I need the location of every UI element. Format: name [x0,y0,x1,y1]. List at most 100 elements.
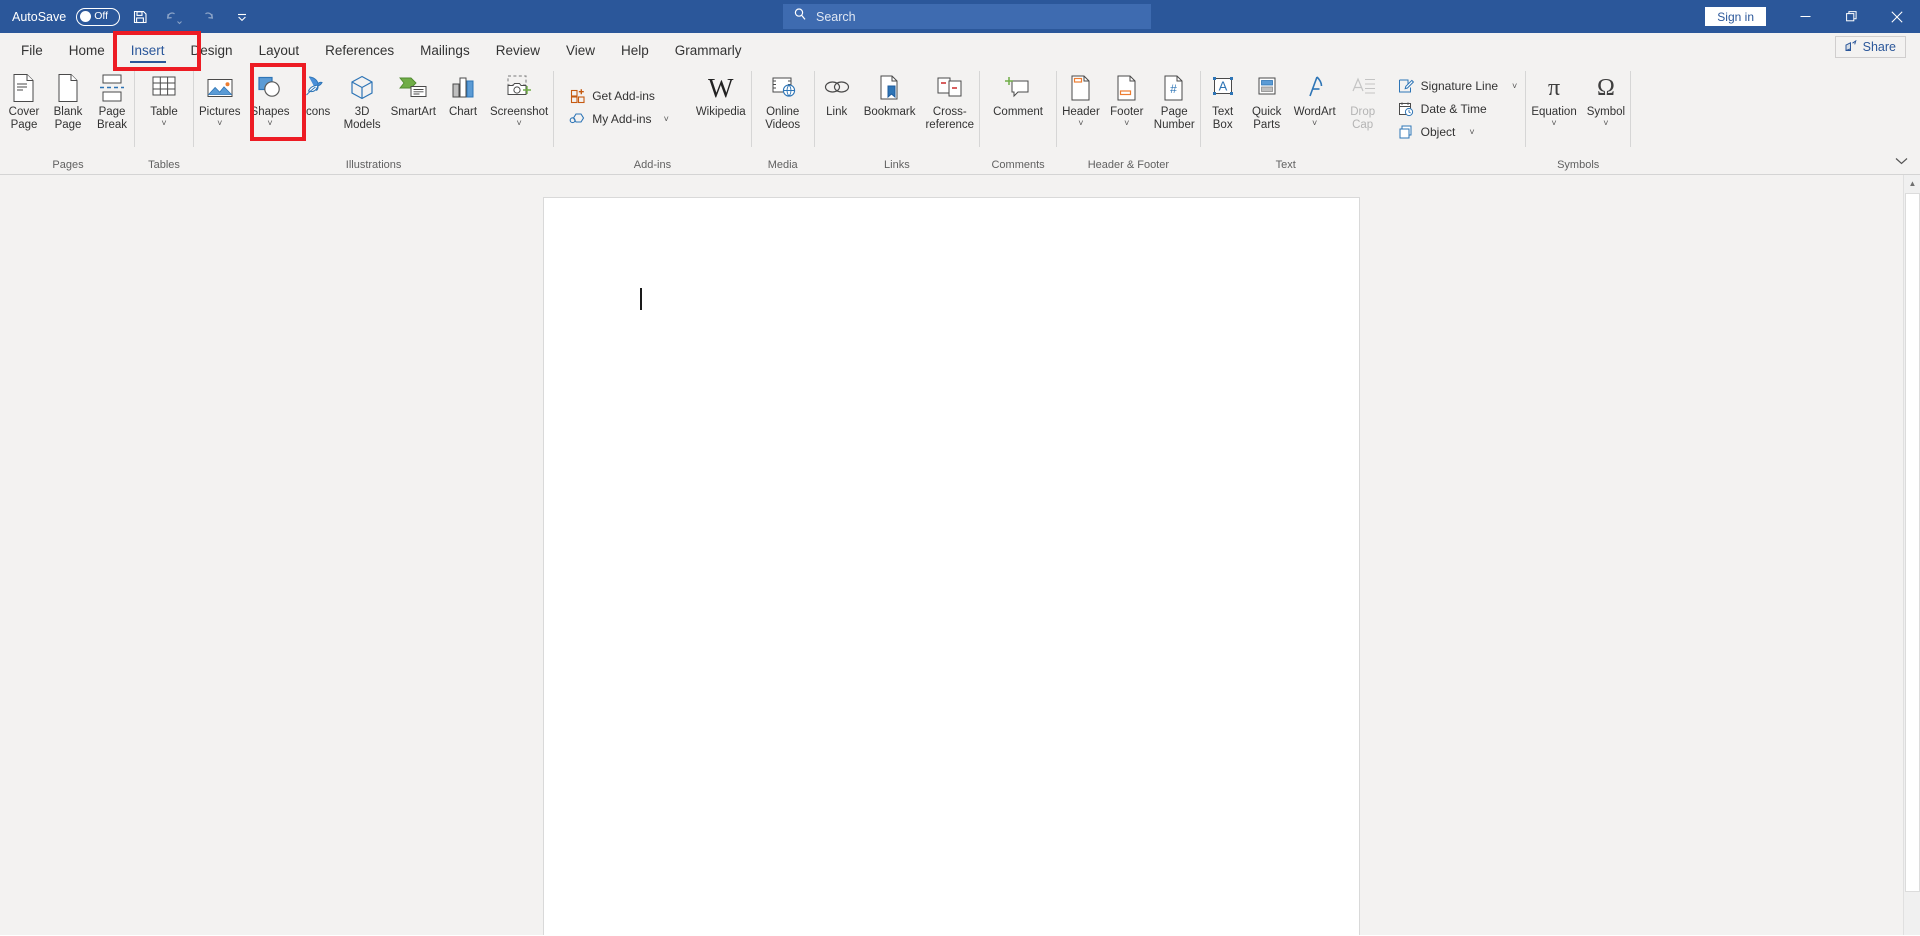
page-number-button[interactable]: # Page Number [1149,69,1200,131]
symbol-button[interactable]: Ω Symbol ˅ [1582,69,1630,128]
drop-cap-button[interactable]: Drop Cap [1341,69,1385,131]
signature-line-button[interactable]: Signature Line ˅ [1393,75,1526,97]
quick-parts-button[interactable]: Quick Parts [1245,69,1289,131]
bookmark-button[interactable]: Bookmark [859,69,921,119]
group-label-text: Text [1275,159,1296,171]
group-label-tables: Tables [148,159,180,171]
my-add-ins-button[interactable]: My Add-ins ˅ [564,108,677,130]
cross-reference-label: Cross- reference [925,106,975,131]
vertical-scroll-thumb[interactable] [1905,193,1920,893]
blank-page-button[interactable]: Blank Page [46,69,90,131]
search-box[interactable] [783,4,1151,29]
3d-models-label: 3D Models [343,106,381,131]
footer-button[interactable]: Footer ˅ [1105,69,1149,128]
autosave-label: AutoSave [12,9,67,24]
sign-in-button[interactable]: Sign in [1705,7,1766,26]
chevron-down-icon[interactable]: ˅ [1312,118,1317,128]
date-and-time-button[interactable]: Date & Time [1393,98,1526,120]
ribbon-group-text: A Text Box Quick Parts WordArt ˅ Drop Ca… [1201,65,1526,175]
link-button[interactable]: Link [815,69,859,119]
get-add-ins-button[interactable]: Get Add-ins [564,85,677,107]
chevron-down-icon[interactable]: ˅ [516,118,521,128]
header-icon [1068,72,1094,104]
wordart-label: WordArt [1293,106,1336,118]
minimize-button[interactable] [1782,0,1828,33]
tab-home[interactable]: Home [56,35,118,65]
group-label-add-ins: Add-ins [633,159,672,171]
table-button[interactable]: Table ˅ [135,69,193,128]
chart-button[interactable]: Chart [441,69,485,119]
tab-layout[interactable]: Layout [246,35,313,65]
wikipedia-button[interactable]: W Wikipedia [691,69,751,119]
document-canvas[interactable]: ▲ [0,175,1920,935]
smartart-icon [397,72,429,104]
bookmark-icon [876,72,904,104]
wikipedia-icon: W [708,73,734,103]
close-button[interactable] [1874,0,1920,33]
chevron-down-icon[interactable]: ˅ [1603,118,1608,128]
share-button[interactable]: Share [1834,36,1906,58]
comment-button[interactable]: Comment [980,69,1056,119]
document-page[interactable] [543,197,1360,935]
equation-label: Equation [1531,106,1577,118]
header-button[interactable]: Header ˅ [1057,69,1105,128]
restore-button[interactable] [1828,0,1874,33]
customize-quick-access-toolbar-icon[interactable] [228,4,256,30]
chevron-down-icon[interactable]: ˅ [1469,127,1474,137]
tab-grammarly[interactable]: Grammarly [662,35,755,65]
online-videos-button[interactable]: Online Videos [752,69,814,131]
blank-page-icon [55,72,81,104]
undo-icon[interactable] [160,4,188,30]
object-button[interactable]: Object ˅ [1393,121,1526,143]
icons-label: Icons [302,106,331,118]
chevron-down-icon[interactable]: ˅ [1551,118,1556,128]
ribbon-group-comments: Comment Comments [980,65,1056,175]
online-videos-label: Online Videos [765,106,801,131]
tab-view[interactable]: View [553,35,608,65]
chevron-down-icon[interactable]: ˅ [217,118,222,128]
chevron-down-icon[interactable]: ˅ [1124,118,1129,128]
chevron-down-icon[interactable]: ˅ [1078,118,1083,128]
smartart-label: SmartArt [390,106,437,118]
save-icon[interactable] [126,4,154,30]
wordart-button[interactable]: WordArt ˅ [1289,69,1341,128]
tab-insert[interactable]: Insert [118,35,178,65]
icons-button[interactable]: Icons [295,69,339,119]
3d-models-button[interactable]: 3D Models [339,69,386,131]
tab-review[interactable]: Review [483,35,553,65]
cross-reference-button[interactable]: Cross- reference [920,69,979,131]
quick-parts-label: Quick Parts [1251,106,1282,131]
smartart-button[interactable]: SmartArt [386,69,441,119]
text-box-button[interactable]: A Text Box [1201,69,1245,131]
vertical-scrollbar[interactable]: ▲ [1903,175,1920,935]
tab-mailings[interactable]: Mailings [407,35,483,65]
chevron-down-icon[interactable]: ˅ [267,118,272,128]
date-and-time-label: Date & Time [1420,102,1487,116]
pictures-button[interactable]: Pictures ˅ [194,69,246,128]
table-label: Table [150,106,178,118]
chevron-down-icon[interactable]: ˅ [664,114,669,124]
screenshot-button[interactable]: Screenshot ˅ [485,69,553,128]
chevron-down-icon[interactable]: ˅ [161,118,166,128]
redo-icon[interactable] [194,4,222,30]
wikipedia-label: Wikipedia [695,106,746,118]
page-break-button[interactable]: Page Break [90,69,134,131]
header-label: Header [1062,106,1100,118]
chevron-down-icon[interactable]: ˅ [1512,81,1517,91]
drop-cap-label: Drop Cap [1350,106,1376,131]
text-cursor [640,288,642,310]
cover-page-button[interactable]: Cover Page [2,69,46,131]
search-icon [793,7,807,26]
text-box-icon: A [1209,72,1237,104]
scroll-up-arrow-icon[interactable]: ▲ [1904,175,1920,192]
tab-design[interactable]: Design [178,35,246,65]
equation-button[interactable]: π Equation ˅ [1526,69,1581,128]
tab-file[interactable]: File [8,35,56,65]
tab-references[interactable]: References [312,35,407,65]
shapes-button[interactable]: Shapes ˅ [246,69,295,128]
search-input[interactable] [816,9,1116,24]
group-label-links: Links [884,159,910,171]
autosave-toggle[interactable]: Off [76,7,121,26]
tab-help[interactable]: Help [608,35,662,65]
collapse-ribbon-button[interactable] [1895,156,1908,168]
